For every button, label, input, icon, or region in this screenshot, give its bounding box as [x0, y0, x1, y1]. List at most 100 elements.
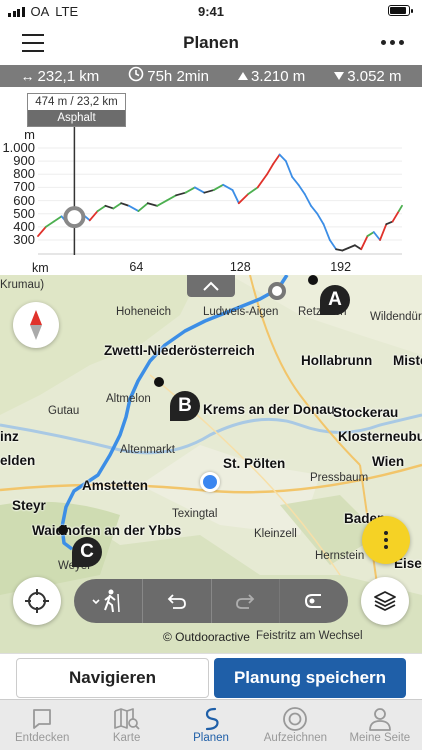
map-view[interactable]: Krumau)HoheneichLudweis-AigenRetzbachWil… [0, 275, 422, 653]
route-icon [199, 706, 223, 732]
map-label-klosterneuburg: Klosterneuburg [338, 429, 422, 444]
distance-stat: ↔ 232,1 km [21, 68, 100, 85]
elevation-segment [146, 202, 159, 207]
waypoint-dot-b [154, 377, 164, 387]
ascent-icon [238, 72, 248, 80]
waypoint-marker-a[interactable]: A [320, 285, 350, 315]
compass-icon [30, 310, 42, 340]
elevation-segment [120, 202, 130, 207]
chart-cursor-marker[interactable] [63, 206, 86, 229]
elevation-segment [291, 176, 300, 186]
descent-icon [334, 72, 345, 80]
more-options-icon[interactable] [381, 40, 404, 45]
elevation-segment [96, 204, 107, 212]
duration-stat: 75h 2min [128, 66, 209, 86]
x-tick-label: 192 [330, 260, 352, 274]
user-icon [368, 706, 392, 732]
descent-value: 3.052 m [347, 67, 402, 85]
waypoint-dot-start [308, 275, 318, 285]
distance-icon: ↔ [20, 68, 35, 84]
activity-profile-button[interactable] [74, 579, 143, 623]
map-label-gutau: Gutau [48, 405, 80, 417]
navigate-button[interactable]: Navigieren [16, 658, 209, 698]
elevation-segment [341, 246, 350, 252]
chat-bubble-icon [30, 706, 54, 732]
clock-icon [128, 66, 144, 86]
tab-planen[interactable]: Planen [169, 700, 253, 750]
elevation-segment [397, 204, 403, 212]
hiker-icon [92, 589, 120, 613]
return-to-start-button[interactable] [280, 579, 348, 623]
map-label-altmelon: Altmelon [106, 393, 151, 405]
map-label-elden: elden [0, 453, 36, 468]
map-label-texingtal: Texingtal [172, 508, 218, 520]
duration-value: 75h 2min [147, 67, 209, 85]
redo-button[interactable] [212, 579, 281, 623]
map-attribution[interactable]: © Outdooractive [163, 630, 250, 644]
elevation-segment [372, 231, 381, 241]
map-label-hoheneich: Hoheneich [116, 306, 171, 318]
tab-bar: Entdecken Karte Planen Aufzeichnen Meine… [0, 699, 422, 750]
waypoint-marker-c[interactable]: C [72, 537, 102, 567]
elevation-segment [316, 212, 325, 226]
map-label-ludweis-aigen: Ludweis-Aigen [203, 306, 279, 318]
elevation-segment [366, 231, 375, 237]
collapse-chart-button[interactable] [187, 275, 235, 297]
layers-icon [374, 591, 396, 611]
map-label-waidhofen-an-der-ybbs: Waidhofen an der Ybbs [32, 523, 182, 538]
x-axis-unit: km [32, 261, 49, 275]
map-more-button[interactable] [362, 516, 410, 564]
tooltip-surface: Asphalt [28, 110, 125, 126]
tab-label: Aufzeichnen [263, 732, 328, 744]
compass-button[interactable] [13, 302, 59, 348]
elevation-segment [184, 186, 196, 194]
elevation-segment [37, 225, 47, 237]
tab-label: Meine Seite [349, 732, 411, 744]
record-icon [282, 706, 308, 732]
elevation-tooltip: 474 m / 23,2 km Asphalt [27, 93, 126, 127]
elevation-segment [237, 193, 250, 205]
map-label-krumau: Krumau) [0, 279, 45, 291]
elevation-segment [310, 204, 319, 215]
redo-icon [236, 594, 255, 609]
tab-karte[interactable]: Karte [84, 700, 168, 750]
elevation-segment [112, 202, 123, 210]
map-label-misteln: Misteln [393, 353, 422, 368]
map-layers-button[interactable] [361, 577, 409, 625]
map-label-wien: Wien [372, 454, 405, 469]
elevation-segment [354, 244, 363, 251]
locate-me-button[interactable] [13, 577, 61, 625]
elevation-segment [360, 235, 369, 251]
page-title: Planen [183, 33, 239, 52]
elevation-segment [391, 210, 400, 223]
elevation-segment [328, 239, 338, 251]
map-label-feistritz-am-wechsel: Feistritz am Wechsel [256, 630, 363, 642]
elevation-segment [156, 199, 168, 207]
elevation-segment [297, 183, 306, 195]
elevation-segment [347, 244, 356, 249]
return-route-icon [305, 594, 322, 608]
elevation-segment [88, 210, 99, 222]
elevation-profile-chart[interactable]: m 1.000 900 800 700 600 500 400 300 km 64 128 192… [0, 87, 422, 275]
y-tick-label: 300 [13, 232, 35, 247]
waypoint-dot-c [58, 525, 68, 535]
map-label-st-p-lten: St. Pölten [223, 456, 286, 471]
elevation-segment [128, 204, 140, 212]
elevation-segment [247, 186, 259, 195]
elevation-segment [272, 153, 281, 165]
save-plan-button[interactable]: Planung speichern [214, 658, 406, 698]
undo-button[interactable] [143, 579, 212, 623]
tab-label: Planen [193, 732, 229, 744]
tab-entdecken[interactable]: Entdecken [0, 700, 84, 750]
elevation-segment [44, 220, 55, 228]
route-stats-bar: ↔ 232,1 km 75h 2min 3.210 m 3.052 m [0, 65, 422, 87]
planning-toolbar [74, 579, 348, 623]
tab-aufzeichnen[interactable]: Aufzeichnen [253, 700, 337, 750]
elevation-segment [175, 191, 187, 197]
tab-meine-seite[interactable]: Meine Seite [338, 700, 422, 750]
elevation-segment [165, 194, 177, 202]
waypoint-marker-b[interactable]: B [170, 391, 200, 421]
map-label-altenmarkt: Altenmarkt [120, 444, 175, 456]
map-label-amstetten: Amstetten [82, 478, 149, 493]
elevation-segment [256, 173, 268, 189]
